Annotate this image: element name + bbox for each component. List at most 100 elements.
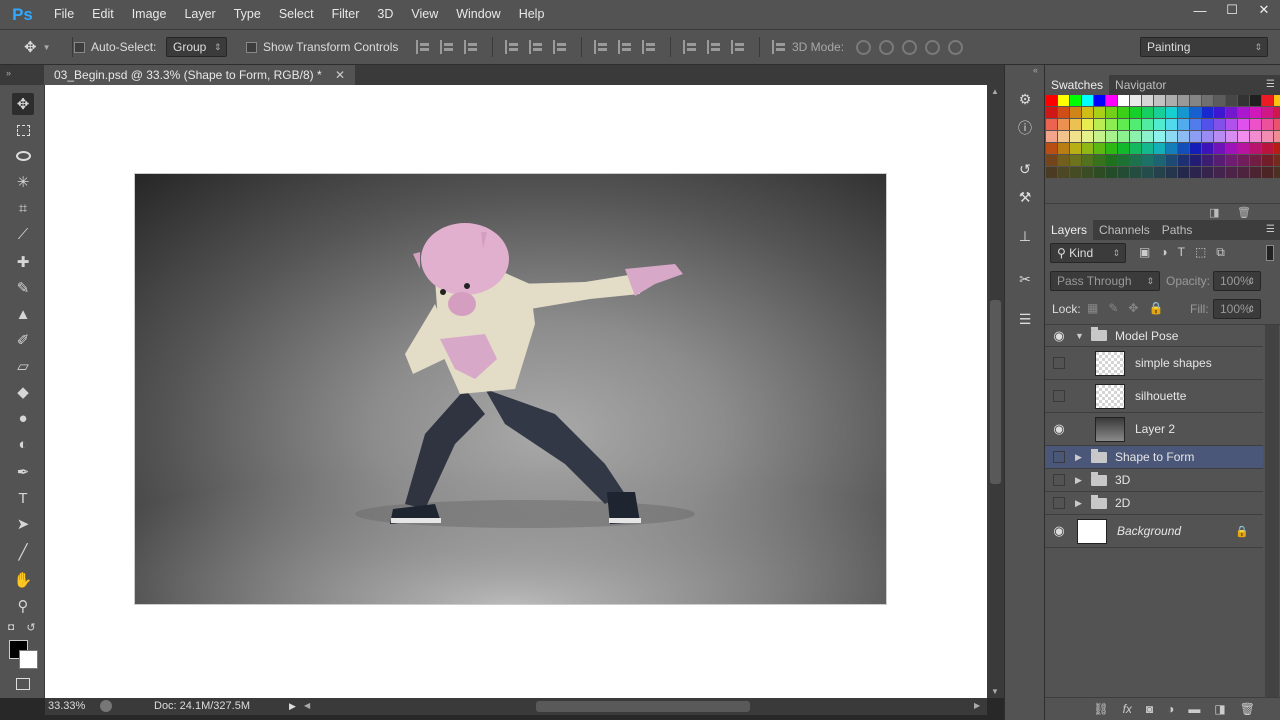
layer-row[interactable]: simple shapes bbox=[1045, 347, 1263, 380]
visibility-toggle[interactable] bbox=[1045, 446, 1073, 469]
distribute-bottom-icon[interactable] bbox=[642, 40, 658, 54]
rectangular-marquee-icon[interactable] bbox=[12, 119, 34, 141]
color-swatch[interactable] bbox=[1274, 143, 1280, 154]
color-swatch[interactable] bbox=[1142, 155, 1153, 166]
color-swatch[interactable] bbox=[1046, 155, 1057, 166]
color-swatch[interactable] bbox=[1154, 167, 1165, 178]
color-swatch[interactable] bbox=[1106, 107, 1117, 118]
layer-filter-dropdown[interactable]: ⚲ Kind bbox=[1050, 243, 1126, 263]
swap-colors-icon[interactable]: ↺ bbox=[24, 620, 38, 634]
show-transform-checkbox[interactable] bbox=[246, 41, 257, 53]
color-swatch[interactable] bbox=[1166, 131, 1177, 142]
color-swatch[interactable] bbox=[1118, 143, 1129, 154]
path-selection-icon[interactable]: ➤ bbox=[12, 513, 34, 535]
color-swatch[interactable] bbox=[1190, 95, 1201, 106]
color-swatch[interactable] bbox=[1250, 119, 1261, 130]
color-swatch[interactable] bbox=[1070, 143, 1081, 154]
color-swatch[interactable] bbox=[1178, 131, 1189, 142]
delete-swatch-icon[interactable]: 🗑 bbox=[1237, 206, 1251, 219]
distribute-left-icon[interactable] bbox=[683, 40, 699, 54]
horizontal-scrollbar[interactable]: ◀ ▶ bbox=[300, 698, 987, 715]
menu-3d[interactable]: 3D bbox=[368, 0, 402, 29]
workspace-dropdown[interactable]: Painting bbox=[1140, 37, 1268, 57]
color-swatch[interactable] bbox=[1274, 155, 1280, 166]
expand-panels-icon[interactable]: « bbox=[1033, 65, 1038, 75]
brush-icon[interactable]: ✎ bbox=[12, 277, 34, 299]
color-swatch[interactable] bbox=[1130, 143, 1141, 154]
color-swatch[interactable] bbox=[1262, 107, 1273, 118]
color-swatch[interactable] bbox=[1118, 131, 1129, 142]
blend-mode-dropdown[interactable]: Pass Through bbox=[1050, 271, 1160, 291]
3d-roll-icon[interactable] bbox=[879, 39, 894, 55]
layer-row[interactable]: ▶ 3D bbox=[1045, 469, 1263, 492]
color-swatch[interactable] bbox=[1250, 155, 1261, 166]
3d-scale-icon[interactable] bbox=[948, 39, 963, 55]
color-swatch[interactable] bbox=[1058, 131, 1069, 142]
color-swatch[interactable] bbox=[1190, 143, 1201, 154]
color-swatch[interactable] bbox=[1214, 95, 1225, 106]
color-swatch[interactable] bbox=[1154, 95, 1165, 106]
color-swatch[interactable] bbox=[1094, 119, 1105, 130]
auto-align-layers-icon[interactable] bbox=[772, 40, 788, 54]
color-swatch[interactable] bbox=[1118, 119, 1129, 130]
filter-smart-object-icon[interactable]: ⧉ bbox=[1216, 245, 1225, 260]
color-swatch[interactable] bbox=[1070, 119, 1081, 130]
menu-edit[interactable]: Edit bbox=[83, 0, 123, 29]
color-swatch[interactable] bbox=[1106, 143, 1117, 154]
color-swatch[interactable] bbox=[1262, 167, 1273, 178]
color-swatch[interactable] bbox=[1058, 95, 1069, 106]
menu-window[interactable]: Window bbox=[447, 0, 509, 29]
status-info-icon[interactable] bbox=[100, 700, 112, 712]
visibility-toggle[interactable] bbox=[1045, 469, 1073, 492]
clone-stamp-icon[interactable]: ▲ bbox=[12, 303, 34, 325]
color-swatch[interactable] bbox=[1130, 167, 1141, 178]
show-transform-option[interactable]: Show Transform Controls bbox=[246, 30, 398, 64]
panel-menu-icon[interactable]: ☰ bbox=[1266, 224, 1275, 235]
color-swatch[interactable] bbox=[1130, 95, 1141, 106]
align-right-icon[interactable] bbox=[553, 40, 569, 54]
panel-menu-icon[interactable]: ☰ bbox=[1266, 79, 1275, 90]
new-swatch-icon[interactable]: ◨ bbox=[1209, 206, 1219, 219]
paint-bucket-icon[interactable]: ◆ bbox=[12, 381, 34, 403]
color-swatch[interactable] bbox=[1226, 107, 1237, 118]
pen-icon[interactable]: ✒ bbox=[12, 461, 34, 483]
distribute-vertical-center-icon[interactable] bbox=[618, 40, 634, 54]
menu-layer[interactable]: Layer bbox=[175, 0, 224, 29]
color-swatch[interactable] bbox=[1274, 131, 1280, 142]
color-swatch[interactable] bbox=[1094, 167, 1105, 178]
scroll-down-arrow-icon[interactable]: ▼ bbox=[991, 687, 999, 696]
tab-paths[interactable]: Paths bbox=[1156, 220, 1199, 240]
color-swatch[interactable] bbox=[1058, 107, 1069, 118]
color-swatch[interactable] bbox=[1070, 155, 1081, 166]
color-swatch[interactable] bbox=[1082, 107, 1093, 118]
adjustments-panel-icon[interactable]: ☰ bbox=[1016, 310, 1034, 328]
align-top-icon[interactable] bbox=[416, 40, 432, 54]
color-swatch[interactable] bbox=[1190, 167, 1201, 178]
color-swatch[interactable] bbox=[1154, 107, 1165, 118]
color-swatch[interactable] bbox=[1154, 155, 1165, 166]
vertical-scrollbar[interactable]: ▲ ▼ bbox=[987, 85, 1004, 698]
history-panel-icon[interactable]: ↺ bbox=[1016, 160, 1034, 178]
layer-row[interactable]: ▶ 2D bbox=[1045, 492, 1263, 515]
status-menu-arrow-icon[interactable]: ▶ bbox=[289, 698, 296, 715]
scroll-left-arrow-icon[interactable]: ◀ bbox=[304, 701, 310, 710]
color-swatch[interactable] bbox=[1094, 155, 1105, 166]
default-colors-icon[interactable]: ◘ bbox=[4, 620, 18, 634]
color-swatch[interactable] bbox=[1250, 143, 1261, 154]
color-swatch[interactable] bbox=[1238, 131, 1249, 142]
quick-mask-icon[interactable] bbox=[12, 673, 34, 695]
color-swatch[interactable] bbox=[1178, 143, 1189, 154]
color-swatch[interactable] bbox=[1238, 95, 1249, 106]
color-swatch[interactable] bbox=[1214, 155, 1225, 166]
color-swatch[interactable] bbox=[1046, 143, 1057, 154]
color-swatch[interactable] bbox=[1250, 167, 1261, 178]
color-swatch[interactable] bbox=[1154, 143, 1165, 154]
color-swatch[interactable] bbox=[1262, 131, 1273, 142]
color-swatch[interactable] bbox=[1106, 119, 1117, 130]
info-panel-icon[interactable]: ⓘ bbox=[1016, 119, 1034, 137]
color-swatch[interactable] bbox=[1130, 131, 1141, 142]
color-swatch[interactable] bbox=[1046, 131, 1057, 142]
lasso-icon[interactable] bbox=[12, 145, 34, 167]
color-swatch[interactable] bbox=[1094, 131, 1105, 142]
color-swatch[interactable] bbox=[1250, 131, 1261, 142]
